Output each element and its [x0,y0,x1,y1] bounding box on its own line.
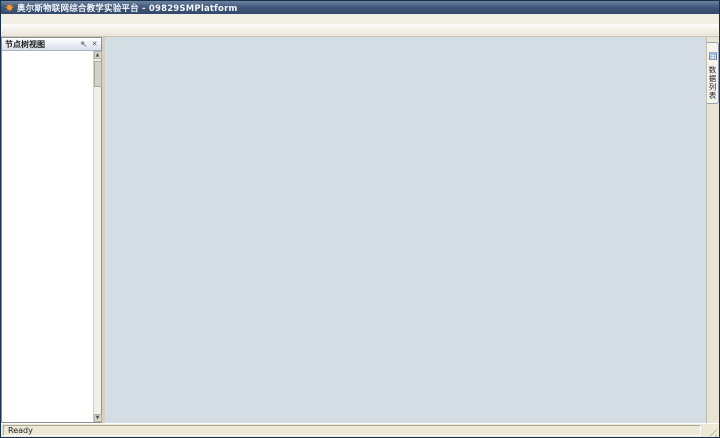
menu-bar [1,14,719,24]
side-tab-data-list[interactable]: 数据列表 [707,42,719,104]
status-ready: Ready [3,425,701,436]
scroll-up-icon[interactable]: ▲ [93,51,102,59]
view-tab-bar [105,37,706,51]
pin-icon[interactable] [79,40,88,49]
application-window: 奥尔斯物联网综合教学实验平台 - 09829SMPlatform 节点树视图 ✕… [0,0,720,438]
node-tree [2,51,101,422]
chart-toolbar [106,51,705,62]
side-tab-label: 数据列表 [708,66,717,100]
tree-panel-title: 节点树视图 [5,39,45,49]
chart-grid [106,62,705,423]
datagrid-icon [708,45,717,64]
main-area: 节点树视图 ✕ ▲ ▼ 数据列表 [1,37,719,423]
node-tree-panel: 节点树视图 ✕ ▲ ▼ [1,37,102,423]
app-icon [5,3,14,12]
scroll-thumb[interactable] [93,61,102,87]
toolbar [1,24,719,37]
scroll-down-icon[interactable]: ▼ [93,414,102,422]
waveform-view [105,51,706,423]
status-bar: Ready [1,423,719,437]
workspace [105,37,706,423]
resize-grip[interactable] [705,424,717,437]
side-strip: 数据列表 [706,37,719,423]
tree-panel-header: 节点树视图 ✕ [2,38,101,51]
window-title: 奥尔斯物联网综合教学实验平台 - 09829SMPlatform [17,3,238,14]
title-bar[interactable]: 奥尔斯物联网综合教学实验平台 - 09829SMPlatform [1,1,719,14]
tree-scrollbar[interactable]: ▲ ▼ [93,51,102,422]
close-icon[interactable]: ✕ [90,40,99,49]
